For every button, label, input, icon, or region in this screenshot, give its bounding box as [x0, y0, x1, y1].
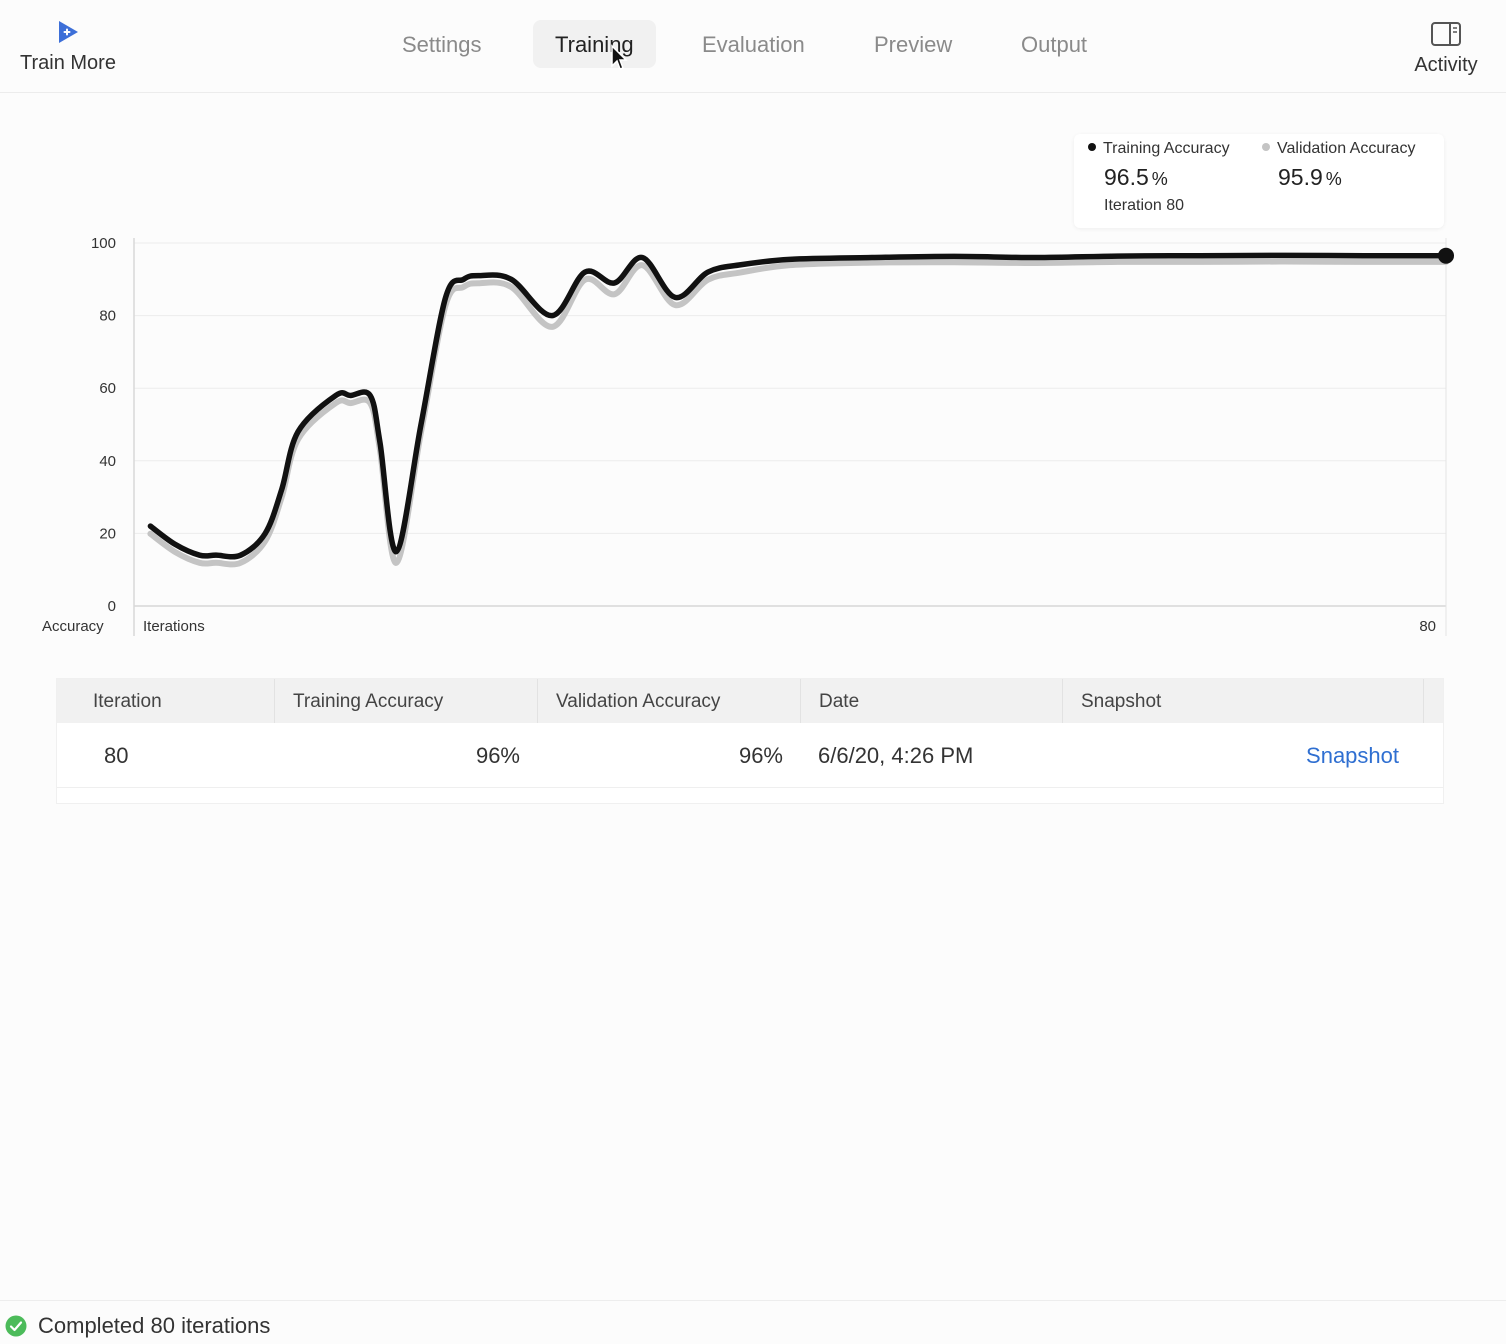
sidebar-panel-icon	[1431, 22, 1461, 46]
activity-label: Activity	[1414, 54, 1478, 76]
legend-validation: Validation Accuracy 95.9%	[1262, 140, 1415, 191]
y-tick-label: 100	[91, 235, 116, 252]
y-axis-ticks: 100 80 60 40 20 0	[91, 235, 116, 615]
tab-evaluation[interactable]: Evaluation	[680, 20, 827, 68]
header-iteration[interactable]: Iteration	[75, 679, 275, 723]
cell-date: 6/6/20, 4:26 PM	[818, 743, 974, 768]
validation-accuracy-line	[147, 258, 1449, 568]
chart-series	[147, 247, 1454, 568]
x-tick-label: 80	[1419, 618, 1436, 635]
legend-iteration: Iteration 80	[1104, 197, 1185, 214]
chart-grid	[134, 242, 1446, 607]
legend-training: Training Accuracy 96.5% Iteration 80	[1088, 140, 1230, 215]
status-bar: Completed 80 iterations	[0, 1300, 1506, 1344]
legend-training-unit: %	[1151, 169, 1168, 189]
chart-legend: Training Accuracy 96.5% Iteration 80 Val…	[1074, 134, 1444, 228]
snapshot-link[interactable]: Snapshot	[1063, 723, 1399, 787]
y-tick-label: 0	[108, 598, 116, 615]
y-tick-label: 80	[99, 308, 116, 325]
tab-output[interactable]: Output	[999, 20, 1109, 68]
y-tick-label: 60	[99, 380, 116, 397]
status-text: Completed 80 iterations	[38, 1313, 271, 1338]
mouse-pointer-icon	[611, 44, 628, 70]
legend-validation-unit: %	[1325, 169, 1342, 189]
training-accuracy-line	[147, 252, 1449, 560]
header-snapshot[interactable]: Snapshot	[1063, 679, 1424, 723]
iterations-table: Iteration Training Accuracy Validation A…	[56, 678, 1444, 804]
header-training-accuracy[interactable]: Training Accuracy	[275, 679, 538, 723]
training-series-dot	[1088, 143, 1096, 151]
table-row[interactable]: 80 96% 96% 6/6/20, 4:26 PM Snapshot	[57, 723, 1443, 788]
tab-bar: Settings Training Evaluation Preview Out…	[0, 20, 1506, 70]
x-axis-title: Iterations	[143, 618, 205, 635]
tab-preview[interactable]: Preview	[852, 20, 974, 68]
tab-settings[interactable]: Settings	[380, 20, 504, 68]
header-validation-accuracy[interactable]: Validation Accuracy	[538, 679, 801, 723]
table-header: Iteration Training Accuracy Validation A…	[57, 679, 1443, 723]
checkmark-circle-icon	[5, 1315, 27, 1337]
validation-series-dot	[1262, 143, 1270, 151]
legend-training-value: 96.5	[1104, 164, 1149, 190]
header-date[interactable]: Date	[801, 679, 1063, 723]
y-tick-label: 20	[99, 525, 116, 542]
y-tick-label: 40	[99, 453, 116, 470]
activity-button[interactable]: Activity	[1396, 18, 1496, 88]
app-window: Train More Settings Training Evaluation …	[0, 0, 1506, 1344]
legend-training-name: Training Accuracy	[1103, 140, 1230, 157]
cell-training-accuracy: 96%	[475, 743, 520, 768]
cell-iteration: 80	[104, 743, 129, 768]
legend-validation-name: Validation Accuracy	[1277, 140, 1416, 157]
training-endpoint-marker[interactable]	[1438, 247, 1454, 264]
y-axis-title: Accuracy	[42, 618, 104, 635]
accuracy-chart: 100 80 60 40 20 0 Accuracy Iterations 80	[42, 235, 1454, 636]
tab-training[interactable]: Training	[533, 20, 656, 68]
legend-validation-value: 95.9	[1278, 164, 1323, 190]
cell-validation-accuracy: 96%	[738, 743, 783, 768]
toolbar: Train More Settings Training Evaluation …	[0, 0, 1506, 93]
